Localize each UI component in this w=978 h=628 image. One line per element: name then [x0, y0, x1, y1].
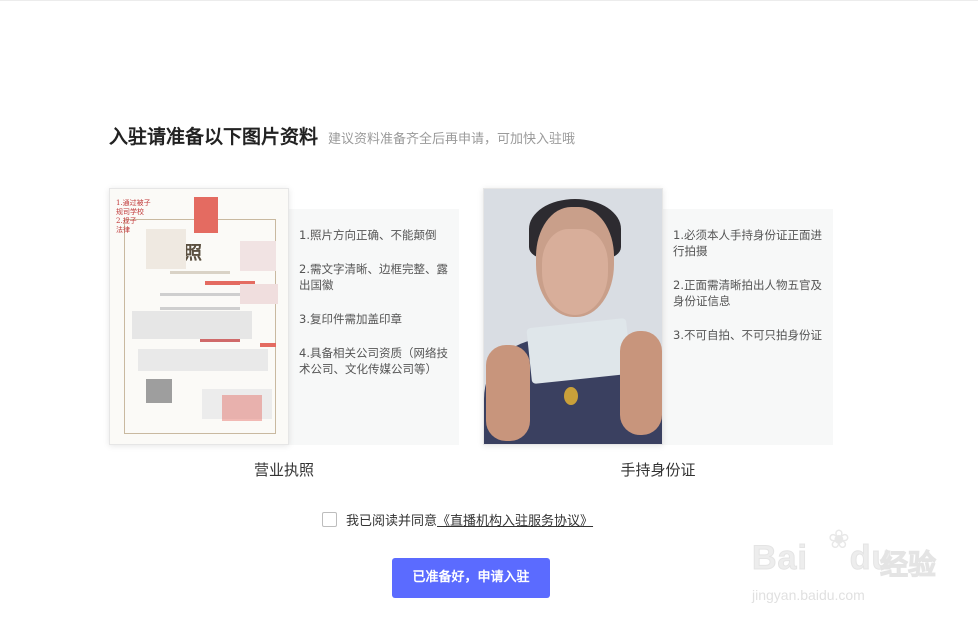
id-tips: 1.必须本人手持身份证正面进行拍摄 2.正面需清晰拍出人物五官及身份证信息 3.…: [663, 209, 833, 445]
license-text-line: [170, 271, 230, 274]
person-face-blur: [542, 229, 608, 315]
license-seal-blur: [222, 395, 262, 421]
agreement-link[interactable]: 《直播机构入驻服务协议》: [437, 510, 593, 529]
left-hand: [486, 345, 530, 441]
id-card-blur: [526, 317, 632, 385]
license-red-line: [260, 343, 276, 347]
license-tip: 4.具备相关公司资质（网络技术公司、文化传媒公司等）: [299, 346, 448, 376]
id-tip: 3.不可自拍、不可只拍身份证: [673, 328, 822, 342]
watermark-brand: Bai du: [752, 539, 894, 578]
watermark-url: jingyan.baidu.com: [752, 587, 865, 603]
page-subtitle: 建议资料准备齐全后再申请，可加快入驻哦: [328, 132, 576, 147]
pendant: [564, 387, 578, 405]
handheld-id-caption: 手持身份证: [620, 461, 696, 479]
agreement-text: 我已阅读并同意: [346, 514, 438, 529]
paw-icon: ❀: [828, 525, 850, 555]
license-qr-blur: [146, 379, 172, 403]
page-header: 入驻请准备以下图片资料 建议资料准备齐全后再申请，可加快入驻哦: [109, 122, 575, 149]
license-text-line: [200, 339, 240, 342]
license-blur-block: [240, 241, 276, 271]
license-blur-block: [240, 284, 278, 304]
license-emblem-blur: [194, 197, 218, 233]
license-text-line: [160, 293, 250, 296]
business-license-caption: 营业执照: [253, 461, 314, 479]
right-hand: [620, 331, 662, 435]
page-title: 入驻请准备以下图片资料: [109, 126, 319, 148]
license-tips: 1.照片方向正确、不能颠倒 2.需文字清晰、边框完整、露出国徽 3.复印件需加盖…: [289, 209, 459, 445]
license-tip: 1.照片方向正确、不能颠倒: [299, 228, 437, 242]
license-text-line: [160, 307, 240, 310]
license-blur-block: [146, 229, 186, 269]
license-tip: 3.复印件需加盖印章: [299, 312, 402, 326]
watermark-cn: 经验: [879, 548, 937, 582]
business-license-sample-image: 1.通过被子规司学校2.规子法律 执照: [109, 188, 289, 445]
apply-button[interactable]: 已准备好，申请入驻: [392, 558, 550, 598]
license-tip: 2.需文字清晰、边框完整、露出国徽: [299, 262, 448, 292]
id-tip: 1.必须本人手持身份证正面进行拍摄: [673, 228, 822, 258]
top-divider: [0, 0, 978, 1]
baidu-jingyan-watermark: Bai du ❀ 经验 jingyan.baidu.com: [752, 525, 972, 615]
agreement-row: 我已阅读并同意 《直播机构入驻服务协议》: [322, 510, 593, 529]
license-blur-block: [138, 349, 268, 371]
license-blur-block: [132, 311, 252, 339]
id-tip: 2.正面需清晰拍出人物五官及身份证信息: [673, 278, 822, 308]
agreement-checkbox[interactable]: [322, 512, 337, 527]
handheld-id-sample-image: [483, 188, 663, 445]
